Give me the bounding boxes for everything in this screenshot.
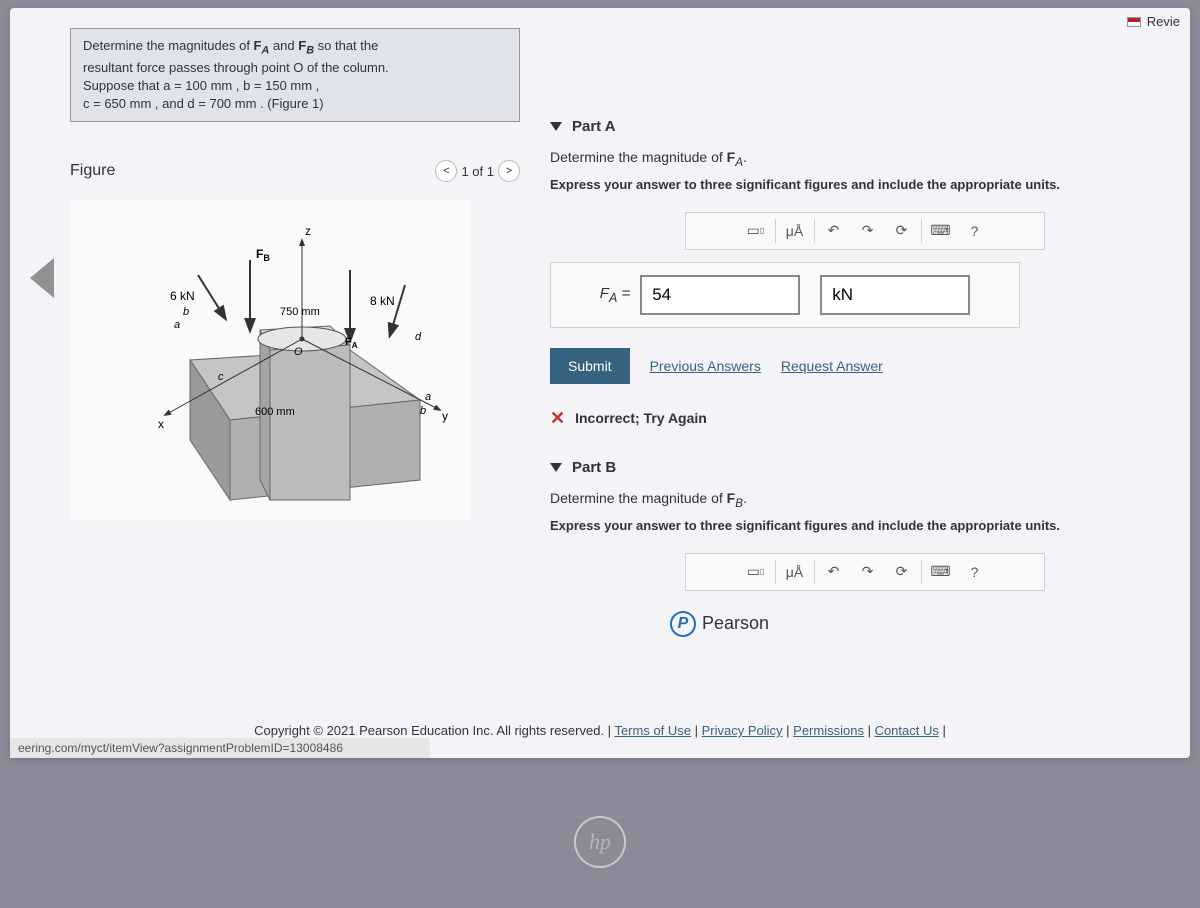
svg-text:6 kN: 6 kN <box>170 289 195 303</box>
svg-text:b: b <box>420 405 426 417</box>
flag-icon <box>1127 17 1141 27</box>
answer-value-input[interactable] <box>640 275 800 315</box>
svg-text:750 mm: 750 mm <box>280 306 320 318</box>
figure-pagination: < 1 of 1 > <box>435 160 520 182</box>
svg-text:FB: FB <box>256 247 270 263</box>
svg-text:d: d <box>415 331 422 343</box>
top-bar: Revie <box>1117 8 1190 35</box>
undo-icon[interactable]: ↶ <box>817 558 851 586</box>
svg-text:a: a <box>425 391 431 403</box>
help-icon[interactable]: ? <box>958 217 992 245</box>
figure-next-button[interactable]: > <box>498 160 520 182</box>
part-b-instructions: Express your answer to three significant… <box>550 518 1180 533</box>
answer-unit-input[interactable] <box>820 275 970 315</box>
undo-icon[interactable]: ↶ <box>817 217 851 245</box>
part-a-header[interactable]: Part A <box>550 118 1180 135</box>
svg-text:c: c <box>218 371 224 383</box>
keyboard-icon[interactable]: ⌨ <box>924 217 958 245</box>
template-icon[interactable]: ▭▯ <box>739 558 773 586</box>
terms-link[interactable]: Terms of Use <box>614 723 691 738</box>
part-b-header[interactable]: Part B <box>550 459 1180 476</box>
pearson-logo-icon: P <box>670 611 696 637</box>
reset-icon[interactable]: ⟳ <box>885 558 919 586</box>
redo-icon[interactable]: ↷ <box>851 558 885 586</box>
units-icon[interactable]: μÅ <box>778 558 812 586</box>
chevron-down-icon <box>550 122 562 131</box>
figure-page-label: 1 of 1 <box>461 164 494 179</box>
privacy-link[interactable]: Privacy Policy <box>702 723 783 738</box>
svg-text:x: x <box>158 417 164 431</box>
reset-icon[interactable]: ⟳ <box>885 217 919 245</box>
footer: Copyright © 2021 Pearson Education Inc. … <box>10 723 1190 738</box>
permissions-link[interactable]: Permissions <box>793 723 864 738</box>
answer-label-fa: FA = <box>600 285 630 305</box>
redo-icon[interactable]: ↷ <box>851 217 885 245</box>
part-b-section: Part B Determine the magnitude of FB. Ex… <box>550 459 1180 637</box>
figure-prev-button[interactable]: < <box>435 160 457 182</box>
status-url: eering.com/myct/itemView?assignmentProbl… <box>10 738 430 758</box>
part-b-label: Part B <box>572 459 616 476</box>
hp-logo-icon: hp <box>574 816 626 868</box>
units-icon[interactable]: μÅ <box>778 217 812 245</box>
pearson-badge: P Pearson <box>550 611 1180 637</box>
part-b-prompt: Determine the magnitude of FB. <box>550 490 1180 510</box>
incorrect-icon: ✕ <box>550 408 565 429</box>
part-a-instructions: Express your answer to three significant… <box>550 177 1180 192</box>
answer-toolbar-b: ▭▯ μÅ ↶ ↷ ⟳ ⌨ ? <box>685 553 1045 591</box>
svg-text:8 kN: 8 kN <box>370 294 395 308</box>
svg-text:y: y <box>442 409 448 423</box>
svg-text:O: O <box>294 346 303 358</box>
feedback-message: ✕ Incorrect; Try Again <box>550 408 1180 429</box>
keyboard-icon[interactable]: ⌨ <box>924 558 958 586</box>
answer-toolbar-a: ▭▯ μÅ ↶ ↷ ⟳ ⌨ ? <box>685 212 1045 250</box>
request-answer-link[interactable]: Request Answer <box>781 358 883 374</box>
problem-statement: Determine the magnitudes of FA and FB so… <box>70 28 520 122</box>
svg-text:b: b <box>183 306 189 318</box>
figure-title: Figure <box>70 162 115 180</box>
submit-button[interactable]: Submit <box>550 348 630 384</box>
review-link[interactable]: Revie <box>1147 14 1180 29</box>
part-a-section: Part A Determine the magnitude of FA. Ex… <box>550 118 1180 429</box>
template-icon[interactable]: ▭▯ <box>739 217 773 245</box>
svg-text:FA: FA <box>345 336 358 350</box>
previous-answers-link[interactable]: Previous Answers <box>650 358 761 374</box>
figure-diagram: z x y FB FA 6 kN 8 kN b a d a b c 750 mm <box>70 200 470 520</box>
help-icon[interactable]: ? <box>958 558 992 586</box>
svg-text:600 mm: 600 mm <box>255 406 295 418</box>
chevron-down-icon <box>550 463 562 472</box>
svg-text:a: a <box>174 319 180 331</box>
part-a-label: Part A <box>572 118 616 135</box>
svg-text:z: z <box>305 224 311 238</box>
contact-link[interactable]: Contact Us <box>875 723 939 738</box>
part-a-prompt: Determine the magnitude of FA. <box>550 149 1180 169</box>
